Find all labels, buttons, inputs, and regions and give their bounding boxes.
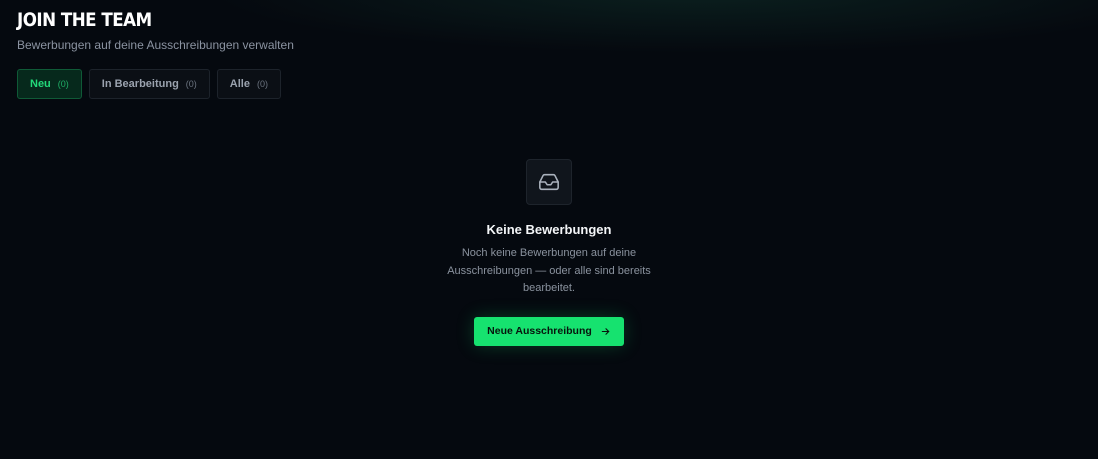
page-title: JOIN THE TEAM (17, 9, 152, 31)
tab-bar: Neu (0) In Bearbeitung (0) Alle (0) (17, 69, 281, 99)
tab-label: Alle (229, 78, 250, 90)
tab-label: In Bearbeitung (101, 78, 179, 90)
new-posting-button[interactable]: Neue Ausschreibung (474, 316, 624, 346)
tab-count: (0) (185, 79, 197, 89)
empty-state-title: Keine Bewerbungen (486, 222, 612, 237)
tab-neu[interactable]: Neu (0) (17, 69, 82, 99)
tab-count: (0) (256, 79, 268, 89)
tab-count: (0) (57, 79, 69, 89)
inbox-icon (538, 171, 560, 193)
tab-in-bearbeitung[interactable]: In Bearbeitung (0) (88, 69, 210, 99)
page-subtitle: Bewerbungen auf deine Ausschreibungen ve… (17, 38, 294, 52)
page-header: JOIN THE TEAM Bewerbungen auf deine Auss… (17, 8, 294, 52)
tab-label: Neu (30, 78, 51, 90)
empty-state: Keine Bewerbungen Noch keine Bewerbungen… (0, 159, 1098, 346)
empty-state-icon-box (526, 159, 572, 205)
empty-state-description: Noch keine Bewerbungen auf deine Ausschr… (447, 247, 651, 294)
tab-alle[interactable]: Alle (0) (216, 69, 281, 99)
page: JOIN THE TEAM Bewerbungen auf deine Auss… (0, 0, 1098, 459)
arrow-right-icon (600, 326, 611, 337)
new-posting-button-label: Neue Ausschreibung (487, 325, 592, 337)
